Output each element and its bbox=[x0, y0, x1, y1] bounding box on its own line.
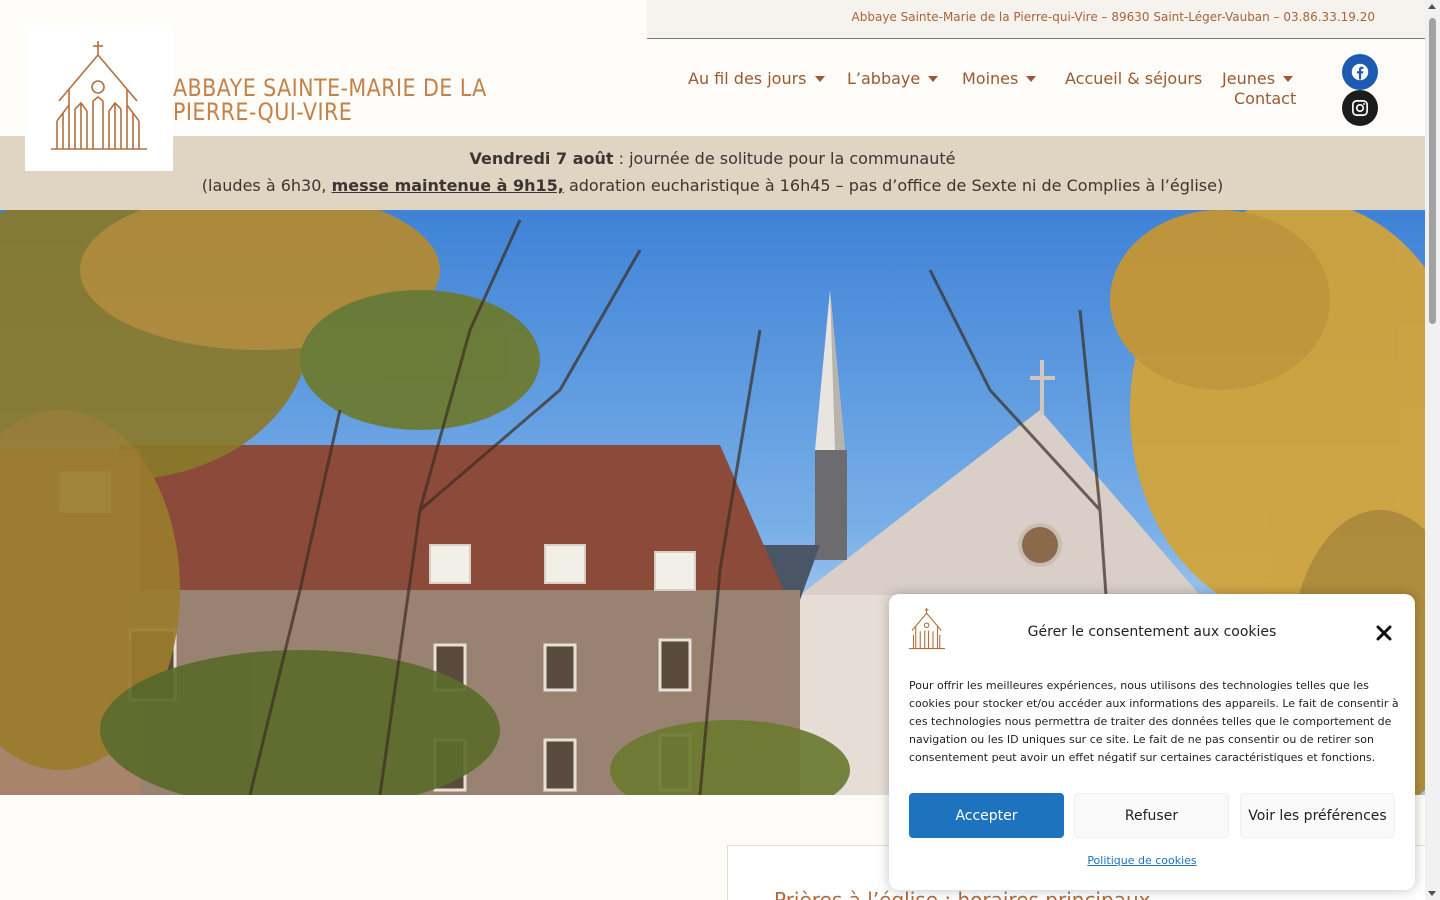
instagram-link[interactable] bbox=[1342, 90, 1378, 126]
chevron-down-icon bbox=[1283, 75, 1294, 82]
announcement-text: : journée de solitude pour la communauté bbox=[613, 149, 956, 168]
close-icon[interactable] bbox=[1375, 624, 1393, 642]
site-logo[interactable] bbox=[25, 25, 173, 171]
nav-label: Contact bbox=[1234, 89, 1297, 108]
abbey-logo-icon bbox=[51, 41, 147, 150]
nav-label: L’abbaye bbox=[847, 69, 921, 88]
accept-button[interactable]: Accepter bbox=[909, 793, 1064, 838]
announcement-date: Vendredi 7 août bbox=[469, 149, 614, 168]
announcement-banner: Vendredi 7 août : journée de solitude po… bbox=[0, 136, 1425, 210]
announcement-line-1: Vendredi 7 août : journée de solitude po… bbox=[0, 149, 1425, 168]
facebook-link[interactable] bbox=[1342, 54, 1378, 90]
announcement-text: (laudes à 6h30, bbox=[201, 176, 332, 195]
facebook-icon bbox=[1351, 63, 1369, 81]
scroll-down-arrow-icon[interactable] bbox=[1428, 891, 1436, 896]
page-scrollbar[interactable] bbox=[1425, 0, 1440, 900]
scroll-up-arrow-icon[interactable] bbox=[1428, 4, 1436, 9]
nav-moines[interactable]: Moines bbox=[962, 69, 1037, 88]
nav-accueil-sejours[interactable]: Accueil & séjours bbox=[1065, 69, 1202, 88]
nav-label: Au fil des jours bbox=[688, 69, 807, 88]
nav-label: Jeunes bbox=[1222, 69, 1276, 88]
nav-contact[interactable]: Contact bbox=[1234, 89, 1296, 108]
cookie-description: Pour offrir les meilleures expériences, … bbox=[909, 679, 1399, 764]
chevron-down-icon bbox=[814, 75, 825, 82]
announcement-text: adoration eucharistique à 16h45 – pas d’… bbox=[563, 176, 1224, 195]
nav-au-fil-des-jours[interactable]: Au fil des jours bbox=[688, 69, 825, 88]
chevron-down-icon bbox=[1026, 75, 1037, 82]
preferences-button[interactable]: Voir les préférences bbox=[1240, 793, 1395, 838]
nav-abbaye[interactable]: L’abbaye bbox=[847, 69, 939, 88]
announcement-line-2: (laudes à 6h30, messe maintenue à 9h15, … bbox=[0, 176, 1425, 195]
nav-jeunes[interactable]: Jeunes bbox=[1222, 69, 1294, 88]
refuse-button[interactable]: Refuser bbox=[1074, 793, 1229, 838]
chevron-down-icon bbox=[928, 75, 939, 82]
cookie-policy-link[interactable]: Politique de cookies bbox=[889, 854, 1395, 867]
mass-link[interactable]: messe maintenue à 9h15, bbox=[332, 176, 564, 195]
nav-label: Accueil & séjours bbox=[1065, 69, 1203, 88]
instagram-icon bbox=[1352, 100, 1368, 116]
nav-label: Moines bbox=[962, 69, 1019, 88]
cookie-title: Gérer le consentement aux cookies bbox=[1027, 624, 1277, 640]
cookie-consent-dialog: Gérer le consentement aux cookies Pour o… bbox=[889, 594, 1415, 890]
scroll-thumb[interactable] bbox=[1429, 18, 1436, 324]
address-line: Abbaye Sainte-Marie de la Pierre-qui-Vir… bbox=[851, 10, 1375, 24]
site-title[interactable]: ABBAYE SAINTE-MARIE DE LA PIERRE-QUI-VIR… bbox=[173, 76, 577, 124]
top-info-bar: Abbaye Sainte-Marie de la Pierre-qui-Vir… bbox=[647, 0, 1425, 39]
